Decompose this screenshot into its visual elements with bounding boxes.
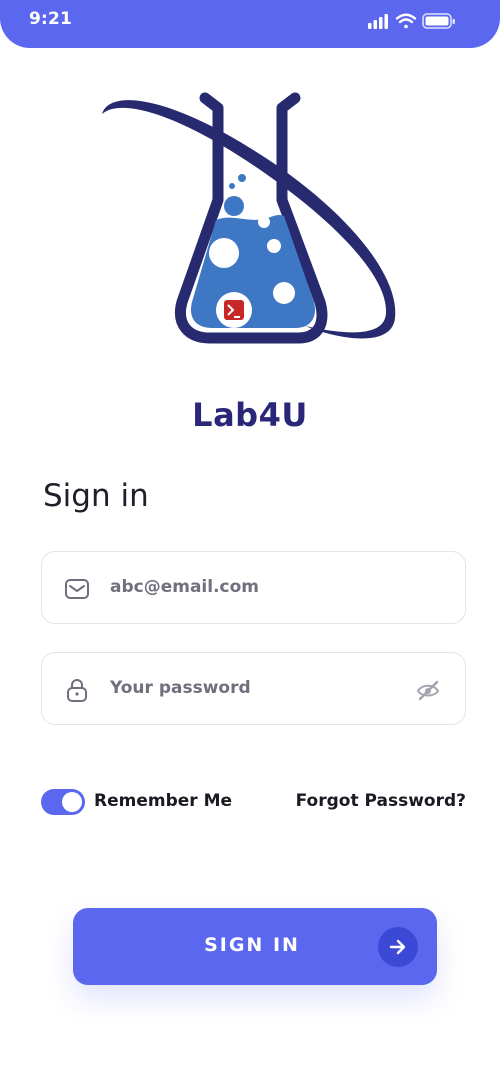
email-value: abc@email.com — [110, 577, 260, 597]
forgot-password-link[interactable]: Forgot Password? — [296, 791, 466, 811]
app-logo — [100, 88, 400, 358]
status-icons — [368, 13, 455, 29]
page-title: Sign in — [43, 478, 149, 514]
signal-icon — [368, 14, 388, 29]
battery-icon — [422, 13, 455, 29]
app-name: Lab4U — [192, 396, 308, 434]
sign-in-button[interactable]: SIGN IN — [73, 908, 437, 985]
wifi-icon — [395, 13, 417, 29]
remember-me-toggle[interactable] — [41, 789, 85, 815]
arrow-right-icon — [378, 927, 418, 967]
status-time: 9:21 — [29, 9, 73, 29]
lock-icon — [67, 679, 87, 702]
password-placeholder: Your password — [110, 678, 251, 698]
remember-me-label: Remember Me — [94, 791, 233, 811]
eye-off-icon[interactable] — [415, 678, 441, 702]
password-field[interactable]: Your password — [41, 652, 466, 725]
flask-logo-icon — [102, 92, 396, 344]
email-field[interactable]: abc@email.com — [41, 551, 466, 624]
toggle-knob — [62, 792, 82, 812]
mail-icon — [65, 579, 89, 599]
status-bar: 9:21 — [0, 0, 500, 48]
